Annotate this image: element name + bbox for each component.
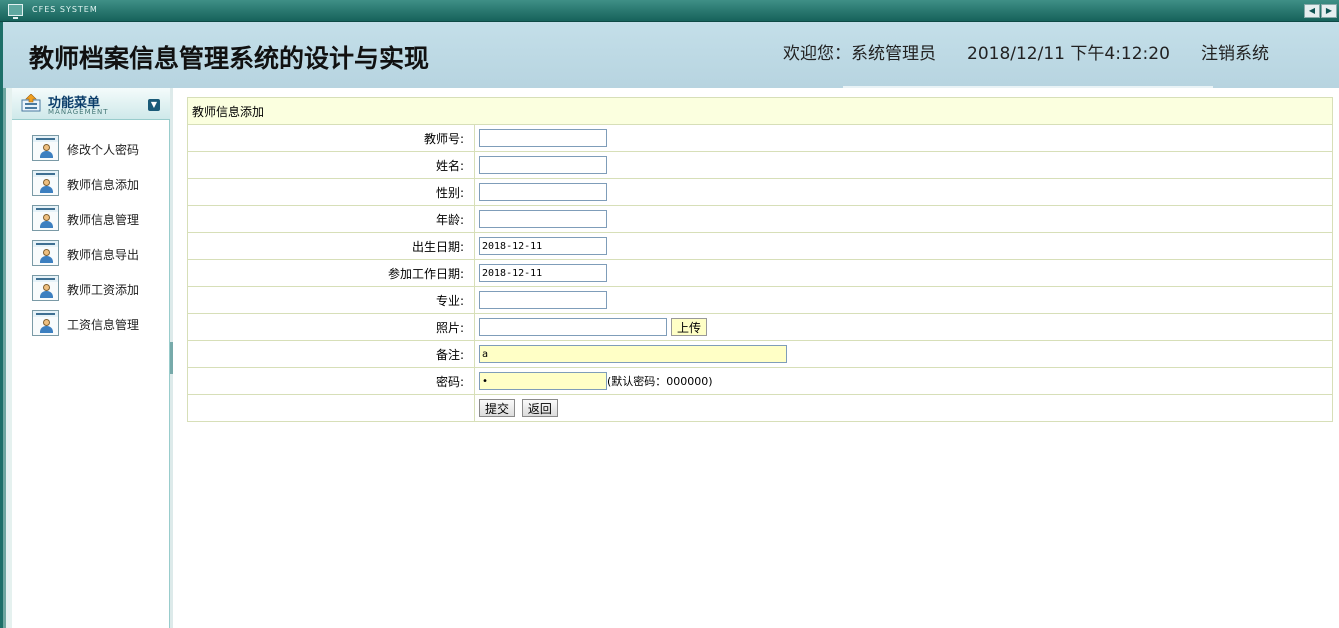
user-card-icon bbox=[32, 205, 59, 231]
teacher-add-form: 教师信息添加 教师号: 姓名: 性别: 年龄: 出生日期: 参加工作日期: 专业… bbox=[187, 97, 1333, 422]
window-titlebar: CFES SYSTEM ◀ ▶ bbox=[0, 0, 1339, 22]
sidebar-item-teacher-export[interactable]: 教师信息导出 bbox=[32, 240, 172, 268]
sidebar-item-salary-manage[interactable]: 工资信息管理 bbox=[32, 310, 172, 338]
user-card-icon bbox=[32, 240, 59, 266]
sidebar-item-label: 教师信息添加 bbox=[67, 178, 140, 192]
sidebar-item-label: 教师工资添加 bbox=[67, 283, 140, 297]
welcome-text: 欢迎您：系统管理员 bbox=[783, 44, 936, 64]
current-datetime: 2018/12/11 下午4:12:20 bbox=[967, 44, 1170, 64]
page-header: 教师档案信息管理系统的设计与实现 欢迎您：系统管理员 2018/12/11 下午… bbox=[0, 22, 1339, 88]
major-input[interactable] bbox=[479, 291, 607, 309]
form-row-work-start-date: 参加工作日期: bbox=[187, 259, 1333, 287]
sidebar-item-teacher-add[interactable]: 教师信息添加 bbox=[32, 170, 172, 198]
back-button[interactable]: 返回 bbox=[521, 399, 558, 417]
scroll-right-icon[interactable]: ▶ bbox=[1321, 4, 1337, 18]
form-row-remark: 备注: bbox=[187, 340, 1333, 368]
sidebar-header: 功能菜单 MANAGEMENT ▼ bbox=[12, 88, 170, 120]
work-start-date-input[interactable] bbox=[479, 264, 607, 282]
sidebar-item-label: 教师信息导出 bbox=[67, 248, 140, 262]
name-label: 姓名: bbox=[187, 151, 475, 179]
password-input[interactable] bbox=[479, 372, 607, 390]
remark-label: 备注: bbox=[187, 340, 475, 368]
birth-date-input[interactable] bbox=[479, 237, 607, 255]
header-divider bbox=[843, 86, 1213, 88]
system-name: CFES SYSTEM bbox=[32, 5, 98, 14]
user-card-icon bbox=[32, 170, 59, 196]
name-input[interactable] bbox=[479, 156, 607, 174]
user-card-icon bbox=[32, 275, 59, 301]
sidebar-item-label: 修改个人密码 bbox=[67, 143, 140, 157]
menu-folder-icon bbox=[21, 94, 41, 112]
age-input[interactable] bbox=[479, 210, 607, 228]
scroll-left-icon[interactable]: ◀ bbox=[1304, 4, 1320, 18]
teacher-no-input[interactable] bbox=[479, 129, 607, 147]
user-card-icon bbox=[32, 310, 59, 336]
logout-link[interactable]: 注销系统 bbox=[1201, 39, 1269, 64]
major-label: 专业: bbox=[187, 286, 475, 314]
photo-label: 照片: bbox=[187, 313, 475, 341]
gender-input[interactable] bbox=[479, 183, 607, 201]
form-row-birth-date: 出生日期: bbox=[187, 232, 1333, 260]
sidebar-item-label: 工资信息管理 bbox=[67, 318, 140, 332]
user-card-icon bbox=[32, 135, 59, 161]
left-frame-edge bbox=[0, 88, 12, 628]
actions-spacer bbox=[187, 394, 475, 422]
password-hint: (默认密码：000000) bbox=[607, 375, 713, 388]
form-row-password: 密码: (默认密码：000000) bbox=[187, 367, 1333, 395]
photo-path-input[interactable] bbox=[479, 318, 667, 336]
gender-label: 性别: bbox=[187, 178, 475, 206]
upload-button[interactable]: 上传 bbox=[671, 318, 708, 336]
form-row-gender: 性别: bbox=[187, 178, 1333, 206]
form-caption: 教师信息添加 bbox=[187, 97, 1333, 125]
form-row-major: 专业: bbox=[187, 286, 1333, 314]
form-row-name: 姓名: bbox=[187, 151, 1333, 179]
submit-button[interactable]: 提交 bbox=[479, 399, 516, 417]
monitor-icon bbox=[8, 4, 23, 19]
form-row-actions: 提交 返回 bbox=[187, 394, 1333, 422]
sidebar-item-teacher-manage[interactable]: 教师信息管理 bbox=[32, 205, 172, 233]
form-row-photo: 照片: 上传 bbox=[187, 313, 1333, 341]
frame-splitter[interactable] bbox=[170, 88, 173, 628]
sidebar-item-salary-add[interactable]: 教师工资添加 bbox=[32, 275, 172, 303]
sidebar: 功能菜单 MANAGEMENT ▼ 修改个人密码 教师信息添加 教师信息管理 教… bbox=[12, 88, 170, 628]
password-label: 密码: bbox=[187, 367, 475, 395]
sidebar-item-change-password[interactable]: 修改个人密码 bbox=[32, 135, 172, 163]
age-label: 年龄: bbox=[187, 205, 475, 233]
remark-input[interactable] bbox=[479, 345, 787, 363]
sidebar-item-label: 教师信息管理 bbox=[67, 213, 140, 227]
app-title: 教师档案信息管理系统的设计与实现 bbox=[29, 44, 430, 73]
form-row-age: 年龄: bbox=[187, 205, 1333, 233]
splitter-grip[interactable] bbox=[170, 342, 173, 374]
collapse-chevron-icon[interactable]: ▼ bbox=[148, 99, 160, 111]
birth-date-label: 出生日期: bbox=[187, 232, 475, 260]
work-start-date-label: 参加工作日期: bbox=[187, 259, 475, 287]
sidebar-subtitle: MANAGEMENT bbox=[48, 108, 109, 116]
form-row-teacher-no: 教师号: bbox=[187, 124, 1333, 152]
teacher-no-label: 教师号: bbox=[187, 124, 475, 152]
